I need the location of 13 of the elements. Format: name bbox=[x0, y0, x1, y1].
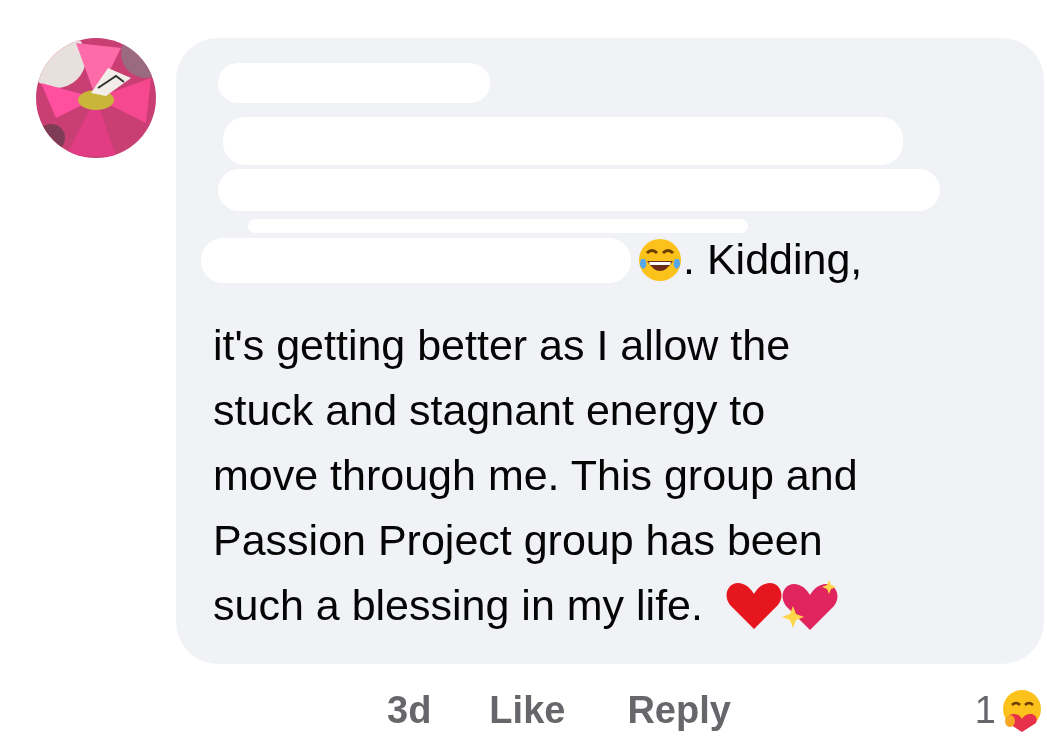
heart-icon bbox=[724, 580, 783, 631]
hugging-emoji-icon bbox=[1000, 688, 1044, 733]
like-button[interactable]: Like bbox=[489, 682, 566, 739]
comment-text: stuck and stagnant energy to bbox=[213, 384, 766, 436]
laughing-emoji-icon bbox=[637, 237, 683, 283]
comment-text: such a blessing in my life. bbox=[213, 579, 703, 631]
comment-text: move through me. This group and bbox=[213, 449, 858, 501]
comment-text: . Kidding, bbox=[683, 234, 863, 286]
comment-text: it's getting better as I allow the bbox=[213, 319, 791, 371]
comment-text: Passion Project group has been bbox=[213, 514, 823, 566]
reply-button[interactable]: Reply bbox=[627, 682, 731, 739]
reaction-count: 1 bbox=[974, 688, 996, 733]
comment-age: 3d bbox=[387, 688, 432, 733]
